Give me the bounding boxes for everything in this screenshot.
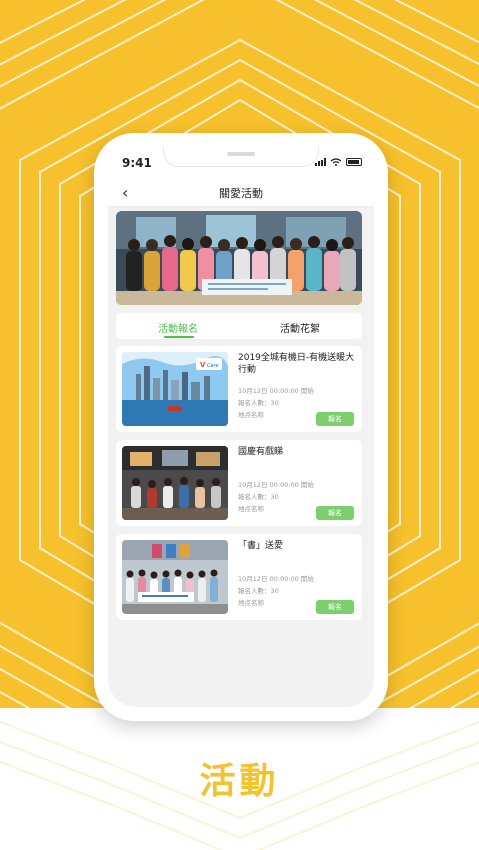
status-time: 9:41: [122, 156, 152, 170]
activity-date: 10月12日 00:00:00 開始: [238, 481, 314, 489]
activity-card[interactable]: 「書」送愛 10月12日 00:00:00 開始 報名人數：30 地点名称 報名: [116, 534, 362, 620]
footer-title: 活動: [199, 761, 280, 802]
activity-thumbnail: V Care: [122, 352, 228, 426]
wifi-icon: [330, 158, 342, 166]
activity-title: 「書」送愛: [238, 541, 284, 551]
tab-bar: 活動報名 活動花絮: [116, 313, 362, 339]
signup-button[interactable]: 報名: [316, 412, 354, 426]
activity-date: 10月12日 00:00:00 開始: [238, 575, 314, 583]
activity-participants: 報名人數：30: [238, 587, 279, 595]
tab-highlights[interactable]: 活動花絮: [280, 320, 320, 335]
svg-text:Care: Care: [207, 363, 219, 369]
battery-icon: [346, 158, 362, 166]
active-tab-indicator: [164, 336, 194, 338]
activity-location: 地点名称: [238, 505, 264, 513]
status-bar: 9:41: [108, 147, 374, 177]
activity-date: 10月12日 00:00:00 開始: [238, 387, 314, 395]
phone-screen: 9:41 ‹ 關愛活動 活動報名 活動花絮 V Care 2019全城有機日-有…: [108, 147, 374, 707]
phone-frame: 9:41 ‹ 關愛活動 活動報名 活動花絮 V Care 2019全城有機日-有…: [94, 133, 388, 721]
signal-icon: [315, 158, 326, 166]
activity-card[interactable]: 國慶有戲睇 10月12日 00:00:00 開始 報名人數：30 地点名称 報名: [116, 440, 362, 526]
activity-card[interactable]: V Care 2019全城有機日-有機送暖大行動 10月12日 00:00:00…: [116, 346, 362, 432]
svg-text:V: V: [200, 361, 206, 369]
page-title: 關愛活動: [219, 187, 263, 200]
speaker: [227, 152, 255, 156]
phone-notch: [163, 147, 319, 167]
activity-title: 2019全城有機日-有機送暖大行動: [238, 353, 355, 375]
banner-image: [116, 211, 362, 305]
activity-location: 地点名称: [238, 599, 264, 607]
activity-thumbnail: [122, 540, 228, 614]
tab-signup[interactable]: 活動報名: [158, 320, 198, 335]
activity-participants: 報名人數：30: [238, 493, 279, 501]
activity-location: 地点名称: [238, 411, 264, 419]
status-icons: [315, 158, 362, 166]
activity-participants: 報名人數：30: [238, 399, 279, 407]
signup-button[interactable]: 報名: [316, 600, 354, 614]
activity-title: 國慶有戲睇: [238, 447, 284, 457]
nav-bar: ‹ 關愛活動: [108, 177, 374, 207]
signup-button[interactable]: 報名: [316, 506, 354, 520]
activity-thumbnail: [122, 446, 228, 520]
